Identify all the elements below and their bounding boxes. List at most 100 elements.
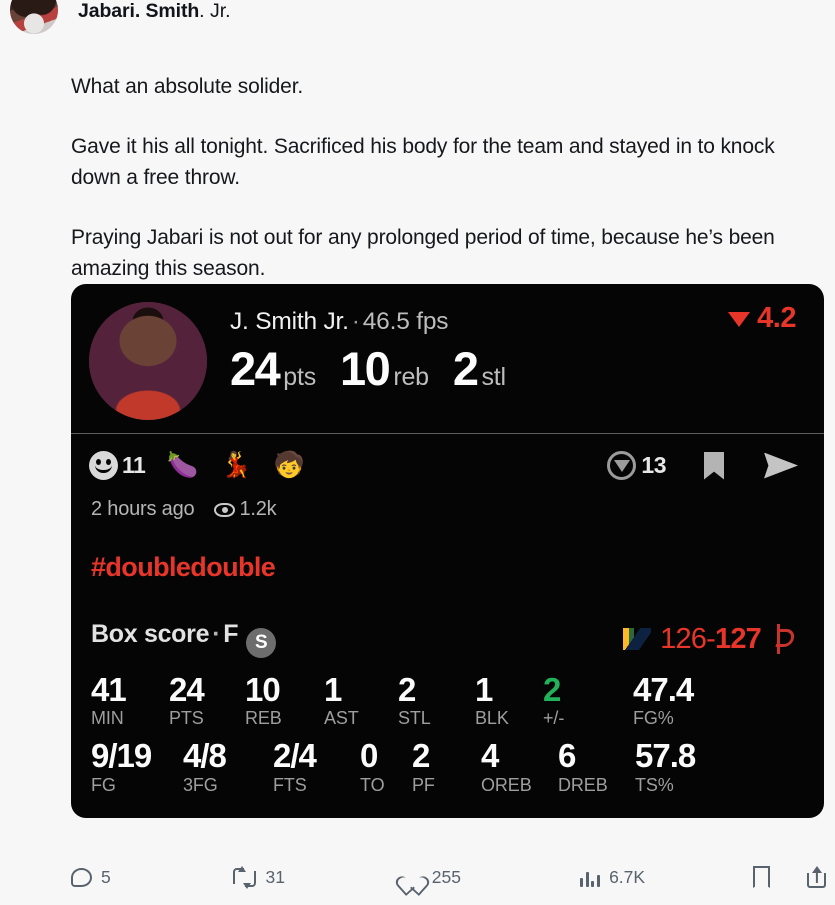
share-icon[interactable] [807, 866, 826, 888]
retweet-count: 31 [265, 866, 285, 887]
timestamp: 2 hours ago [91, 498, 195, 520]
views-bar-chart-icon [579, 868, 601, 887]
stat-value: 47.4 [633, 671, 694, 708]
views-button[interactable]: 6.7K [579, 866, 753, 888]
stat-label: REB [245, 708, 282, 729]
big-stat-label: reb [393, 363, 429, 391]
retweet-button[interactable]: 31 [233, 865, 401, 889]
boxscore-title: Box score · F S [91, 620, 277, 658]
vote-count: 13 [641, 452, 666, 478]
card-reactions-bar: 11 🍆 💃 🧒 13 [71, 434, 824, 484]
stat-stl: 2 STL [398, 671, 475, 729]
boxscore-row-2: 9/19 FG 4/8 3FG 2/4 FTS 0 TO 2 PF 4 OREB [71, 729, 824, 817]
bookmark-icon[interactable] [704, 451, 724, 480]
home-score: 127 [715, 622, 762, 655]
card-header-text: J. Smith Jr. · 46.5 fps 24 pts 10 reb 2 st… [230, 308, 806, 392]
big-stat-label: stl [481, 363, 507, 391]
player-name: J. Smith Jr. [230, 308, 349, 335]
big-stats: 24 pts 10 reb 2 stl [230, 345, 806, 392]
player-position: F [223, 620, 239, 648]
stat-label: DREB [558, 774, 608, 795]
post-actions-bar: 5 31 255 6.7K [71, 865, 826, 889]
author-name-bold: Jabari. Smith [78, 0, 200, 22]
stat-value: 9/19 [91, 737, 152, 775]
stat-value: 6 [558, 737, 576, 775]
big-stat-stl: 2 stl [453, 345, 506, 392]
stat-value: 0 [360, 737, 378, 775]
view-count: 6.7K [609, 866, 646, 887]
stat-blk: 1 BLK [475, 671, 543, 729]
stat-oreb: 4 OREB [481, 737, 558, 795]
big-stat-reb: 10 reb [340, 345, 429, 392]
player-line-separator: · [351, 308, 360, 335]
big-stat-pts: 24 pts [230, 345, 316, 392]
stat-ast: 1 AST [324, 672, 398, 729]
send-icon[interactable] [764, 452, 798, 479]
stat-label: 3FG [183, 774, 218, 795]
score-dash: - [706, 622, 716, 655]
big-stat-value: 24 [230, 342, 281, 395]
stat-3fg: 4/8 3FG [183, 737, 273, 795]
like-button[interactable]: 255 [402, 867, 580, 888]
big-stat-label: pts [283, 363, 317, 391]
stat-fts: 2/4 FTS [273, 737, 360, 795]
card-reactions-right: 13 [607, 451, 798, 480]
game-score: 126-127 [623, 623, 798, 656]
emoji-eggplant-icon[interactable]: 🍆 [167, 453, 198, 478]
hashtag[interactable]: #doubledouble [71, 526, 824, 583]
avatar[interactable] [10, 0, 58, 34]
stat-label: BLK [475, 708, 509, 729]
smiley-icon[interactable] [89, 451, 118, 480]
avatar-photo [10, 0, 58, 34]
away-team-logo-icon [623, 628, 652, 650]
stat-label: +/- [543, 708, 565, 729]
reply-button[interactable]: 5 [71, 867, 233, 888]
player-photo [89, 302, 207, 420]
player-line: J. Smith Jr. · 46.5 fps [230, 308, 806, 336]
stat-label: PTS [169, 708, 204, 729]
stat-value: 2 [398, 671, 416, 708]
stat-reb: 10 REB [245, 672, 324, 729]
triangle-down-icon [728, 312, 751, 327]
emoji-child-icon[interactable]: 🧒 [274, 453, 305, 478]
away-score: 126 [660, 622, 707, 655]
emoji-dancer-icon[interactable]: 💃 [220, 453, 251, 478]
boxscore-dot: · [212, 620, 221, 648]
boxscore-header: Box score · F S 126-127 [71, 583, 824, 658]
player-photo-art [89, 302, 207, 420]
stat-value: 24 [169, 671, 205, 708]
eye-icon [214, 502, 236, 517]
stat-label: OREB [481, 774, 532, 795]
post-paragraph-3: Praying Jabari is not out for any prolon… [71, 226, 775, 280]
stat-value: 2/4 [273, 737, 317, 775]
card-meta-row: 2 hours ago 1.2k [71, 484, 824, 526]
stat-value: 2 [543, 671, 561, 708]
delta-value: 4.2 [757, 302, 796, 334]
stat-plusminus: 2 +/- [543, 671, 633, 729]
stat-label: PF [412, 774, 435, 795]
stat-label: FG [91, 774, 116, 795]
card-header: J. Smith Jr. · 46.5 fps 24 pts 10 reb 2 st… [71, 284, 824, 433]
embedded-stat-card[interactable]: J. Smith Jr. · 46.5 fps 24 pts 10 reb 2 st… [71, 284, 824, 818]
stat-min: 41 MIN [91, 671, 169, 729]
stat-value: 41 [91, 671, 127, 708]
starter-badge: S [246, 628, 277, 658]
stat-label: FG% [633, 708, 674, 729]
tweet-post: Jabari. Smith. Jr. What an absolute soli… [0, 0, 835, 905]
stat-label: TO [360, 774, 385, 795]
bookmark-icon[interactable] [753, 866, 770, 888]
stat-value: 4 [481, 737, 499, 775]
big-stat-value: 2 [452, 342, 479, 395]
stat-value: 1 [475, 671, 493, 708]
delta-indicator: 4.2 [728, 302, 796, 335]
stat-to: 0 TO [360, 737, 412, 795]
fps-value: 46.5 fps [362, 308, 449, 335]
author-name[interactable]: Jabari. Smith. Jr. [78, 0, 231, 22]
downvote-icon[interactable] [607, 451, 637, 480]
boxscore-row-1: 41 MIN 24 PTS 10 REB 1 AST 2 STL 1 BLK 2… [71, 658, 824, 729]
stat-label: MIN [91, 708, 124, 729]
reaction-smiley-group[interactable]: 11 [89, 451, 146, 480]
stat-tspct: 57.8 TS% [635, 738, 824, 795]
big-stat-value: 10 [340, 342, 391, 395]
stat-value: 4/8 [183, 737, 227, 775]
